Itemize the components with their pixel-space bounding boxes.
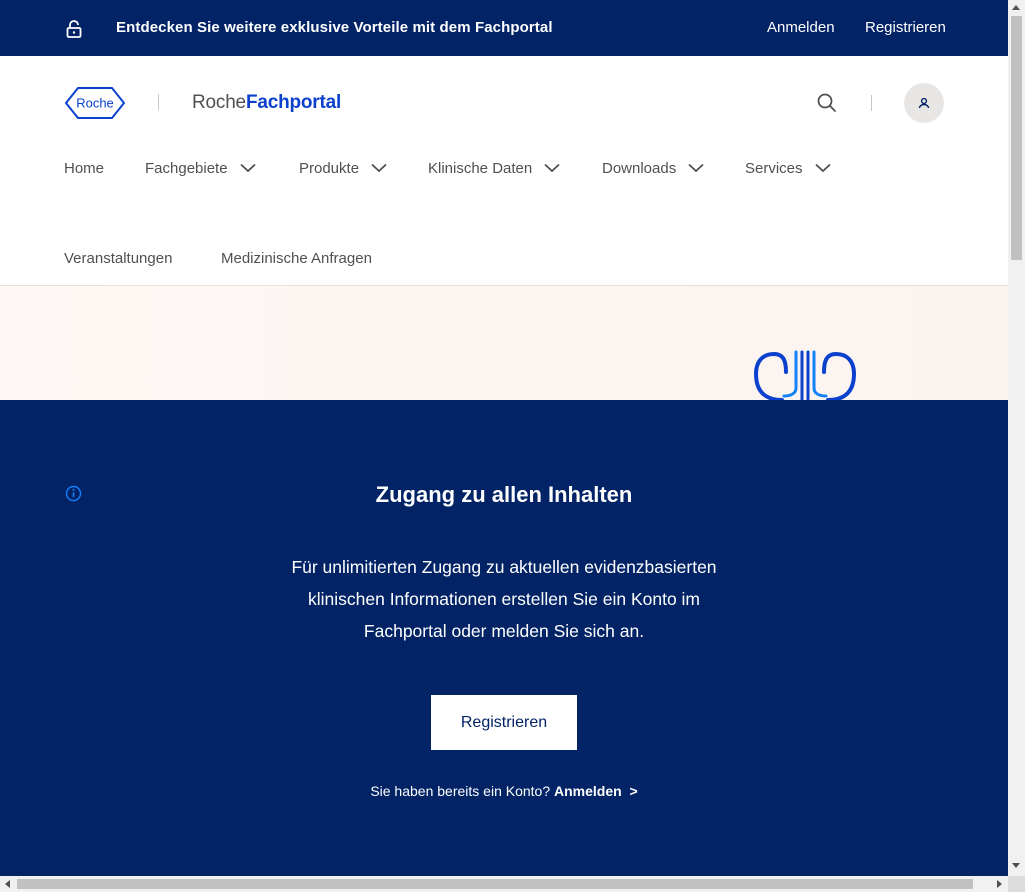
nav-label: Medizinische Anfragen (221, 250, 372, 267)
scroll-left-arrow-icon[interactable] (5, 880, 10, 888)
login-question: Sie haben bereits ein Konto? (370, 783, 551, 799)
nav-fachgebiete[interactable]: Fachgebiete (145, 160, 256, 177)
promo-text: Entdecken Sie weitere exklusive Vorteile… (116, 19, 553, 36)
scrollbar-corner (1008, 876, 1025, 892)
nav-label: Home (64, 160, 105, 177)
logo-text: Roche (76, 96, 114, 111)
nav-services[interactable]: Services (745, 160, 831, 177)
nav-klinische-daten[interactable]: Klinische Daten (428, 160, 561, 177)
overlay-description-line: klinischen Informationen erstellen Sie e… (307, 589, 700, 609)
nav-downloads[interactable]: Downloads (602, 160, 705, 177)
login-link[interactable]: Anmelden > (554, 783, 638, 799)
nav-label: Services (745, 160, 803, 177)
horizontal-scrollbar[interactable] (0, 876, 1008, 892)
brand-prefix: Roche (192, 92, 246, 113)
hero-banner (0, 286, 1008, 400)
overlay-title: Zugang zu allen Inhalten (375, 482, 633, 507)
roche-logo[interactable]: Roche (64, 86, 126, 120)
chevron-down-icon (371, 163, 387, 172)
header-divider (871, 95, 872, 111)
nav-medizinische-anfragen[interactable]: Medizinische Anfragen (221, 250, 372, 267)
nav-produkte[interactable]: Produkte (299, 160, 387, 177)
register-button[interactable]: Registrieren (431, 695, 577, 750)
overlay-description: Für unlimitierten Zugang zu aktuellen ev… (270, 551, 738, 647)
chevron-down-icon (240, 163, 256, 172)
overlay-description-line: Fachportal oder melden Sie sich an. (363, 621, 645, 641)
nav-veranstaltungen[interactable]: Veranstaltungen (64, 250, 172, 267)
overlay-description-line: Für unlimitierten Zugang zu aktuellen ev… (291, 557, 717, 577)
chevron-right-icon: > (629, 783, 638, 799)
nav-label: Veranstaltungen (64, 250, 173, 267)
chevron-down-icon (815, 163, 831, 172)
nav-label: Downloads (602, 160, 677, 177)
vertical-scroll-thumb[interactable] (1011, 16, 1022, 260)
promo-bar: Entdecken Sie weitere exklusive Vorteile… (0, 0, 1008, 56)
site-header: Roche RocheFachportal Home Fachgebiete P… (0, 56, 1008, 286)
nav-label: Produkte (299, 160, 360, 177)
topbar-login-link[interactable]: Anmelden (767, 19, 835, 36)
nav-home[interactable]: Home (64, 160, 104, 177)
horizontal-scroll-thumb[interactable] (17, 879, 973, 889)
chevron-down-icon (688, 163, 705, 172)
access-overlay: Zugang zu allen Inhalten Für unlimitiert… (0, 400, 1008, 876)
login-link-label: Anmelden (554, 783, 622, 799)
nav-label: Klinische Daten (428, 160, 533, 177)
brand-name[interactable]: RocheFachportal (192, 92, 341, 114)
vertical-scrollbar[interactable] (1008, 0, 1025, 876)
brand-strong: Fachportal (245, 92, 342, 113)
logo-divider (158, 94, 159, 110)
scroll-down-arrow-icon[interactable] (1012, 863, 1020, 868)
user-icon (918, 97, 930, 109)
unlock-icon (66, 20, 82, 38)
search-icon[interactable] (815, 91, 839, 115)
chevron-down-icon (544, 163, 561, 172)
topbar-register-link[interactable]: Registrieren (865, 19, 946, 36)
login-prompt: Sie haben bereits ein Konto? Anmelden > (0, 783, 1008, 799)
account-button[interactable] (904, 83, 944, 123)
scroll-right-arrow-icon[interactable] (997, 880, 1002, 888)
scroll-up-arrow-icon[interactable] (1012, 5, 1020, 10)
nav-label: Fachgebiete (145, 160, 228, 177)
kidney-illustration-icon (753, 350, 857, 400)
